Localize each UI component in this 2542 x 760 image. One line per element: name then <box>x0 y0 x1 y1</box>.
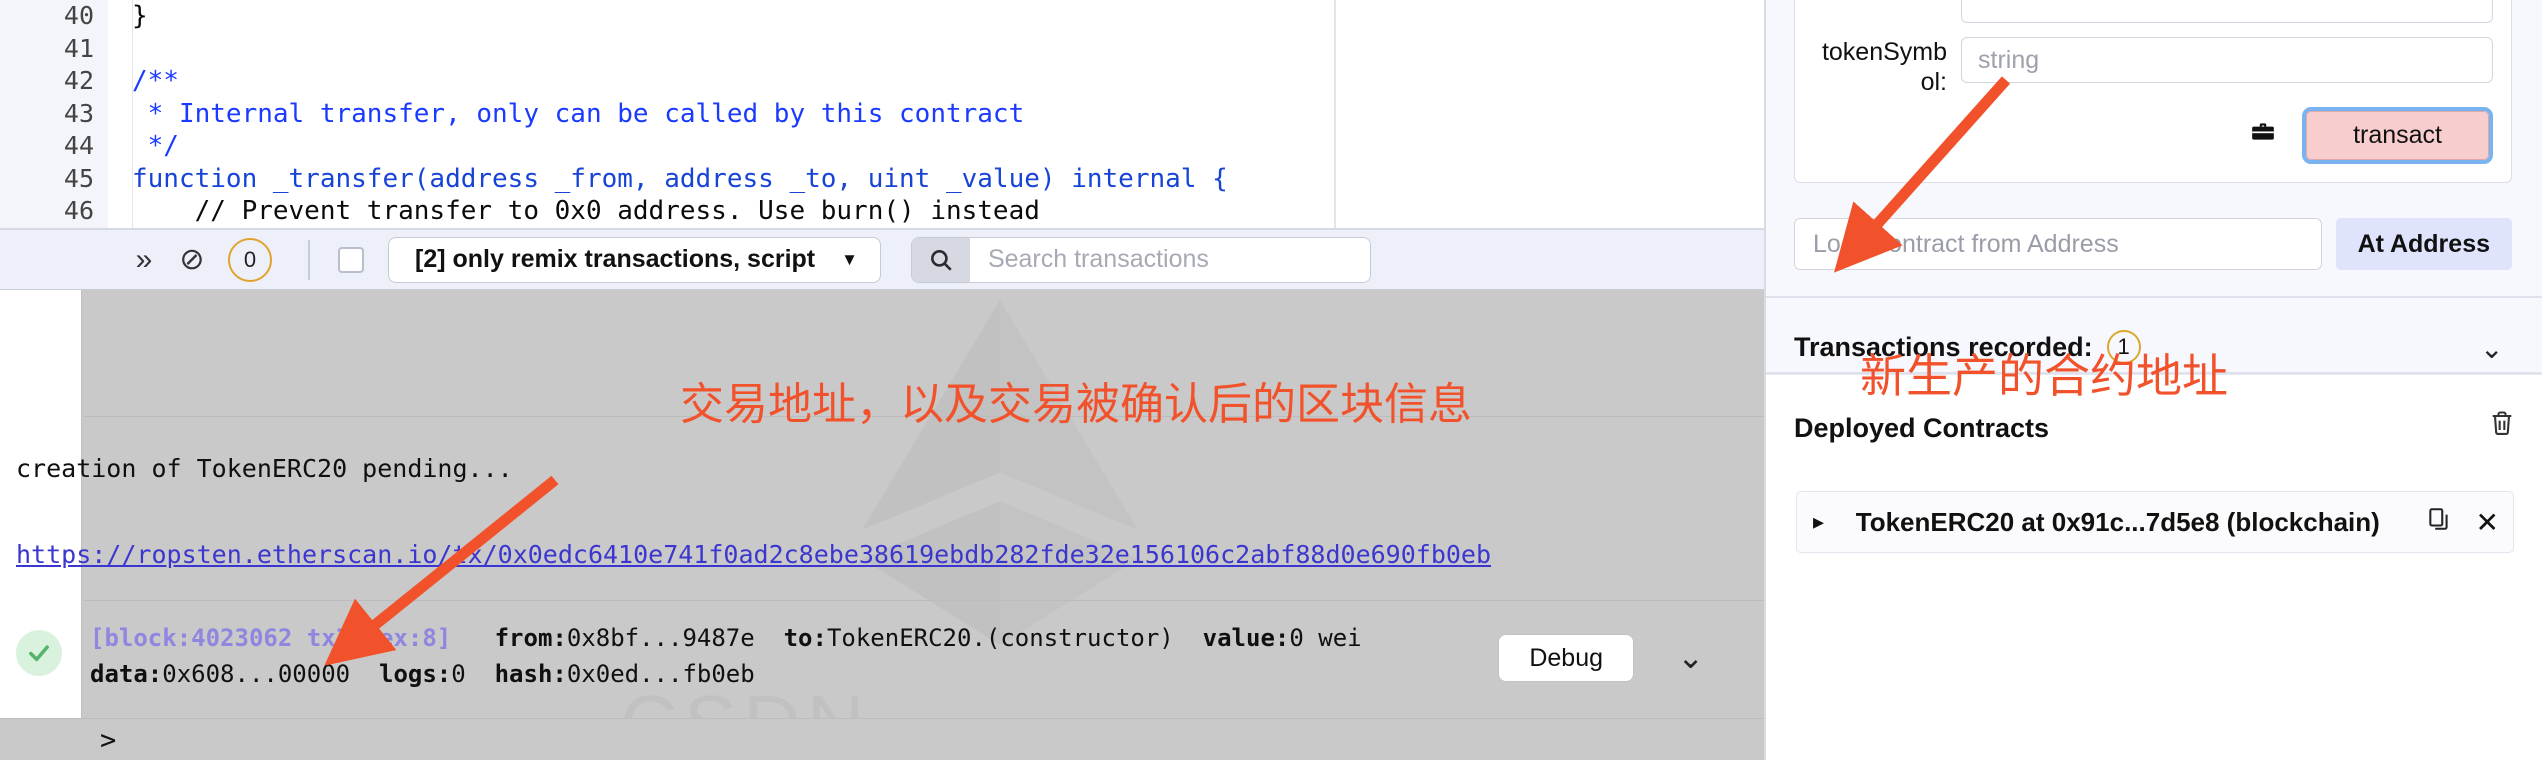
logs-key: logs: <box>379 660 452 688</box>
hash-key: hash: <box>494 660 567 688</box>
deployed-contracts-section: Deployed Contracts ▸ TokenERC20 at 0x91c… <box>1766 374 2542 760</box>
data-value: 0x608...00000 <box>162 660 351 688</box>
transaction-filter-label: [2] only remix transactions, script <box>415 245 816 273</box>
search-icon[interactable] <box>911 237 970 282</box>
terminal-divider <box>84 416 1764 417</box>
transact-button[interactable]: transact <box>2302 107 2493 164</box>
transactions-recorded-chevron-icon[interactable]: ⌄ <box>2480 332 2503 365</box>
code-line-text: // Prevent transfer to 0x0 address. Use … <box>132 196 1040 226</box>
at-address-button[interactable]: At Address <box>2335 218 2512 270</box>
block-tag: [block:4023062 txIndex:8] <box>90 624 452 652</box>
param-row-hidden <box>1813 0 2493 23</box>
pending-message: creation of TokenERC20 pending... <box>16 454 513 483</box>
debug-button[interactable]: Debug <box>1498 634 1634 682</box>
terminal-toolbar: » ⊘ 0 [2] only remix transactions, scrip… <box>0 228 1764 290</box>
transaction-row-divider <box>84 600 1764 601</box>
transaction-detail-text: [block:4023062 txIndex:8] from:0x8bf...9… <box>90 620 1362 692</box>
deploy-actions-row: transact <box>1813 107 2493 164</box>
param-row-token-symbol: tokenSymbol: <box>1813 37 2493 97</box>
transaction-detail-line-2: data:0x608...00000 logs:0 hash:0x0ed...f… <box>90 656 1362 692</box>
transaction-success-icon <box>16 630 62 676</box>
transaction-detail-line-1: [block:4023062 txIndex:8] from:0x8bf...9… <box>90 620 1362 656</box>
constructor-params-card: tokenSymbol: transact <box>1794 0 2512 183</box>
logs-value: 0 <box>451 660 466 688</box>
editor-right-pane <box>1336 0 1764 228</box>
transactions-recorded-count: 1 <box>2106 330 2141 364</box>
transactions-recorded-row: Transactions recorded: 1 <box>1794 330 2141 364</box>
to-value: TokenERC20.(constructor) <box>826 624 1174 652</box>
toolbar-divider <box>308 239 310 280</box>
etherscan-tx-link[interactable]: https://ropsten.etherscan.io/tx/0x0edc64… <box>16 540 1491 569</box>
terminal-prompt-bar[interactable] <box>0 718 1764 760</box>
deployed-contract-name: TokenERC20 at 0x91c...7d5e8 (blockchain) <box>1855 506 2380 537</box>
panel-divider <box>1766 296 2542 298</box>
chevron-down-icon: ▼ <box>841 249 858 269</box>
deployed-contracts-title: Deployed Contracts <box>1794 413 2050 443</box>
deploy-run-panel: tokenSymbol: transact At Address Tra <box>1766 0 2542 760</box>
code-line-text: */ <box>132 131 179 161</box>
line-number: 40 <box>0 0 108 33</box>
clear-console-icon[interactable]: ⊘ <box>168 238 216 282</box>
deployed-contract-item[interactable]: ▸ TokenERC20 at 0x91c...7d5e8 (blockchai… <box>1796 491 2514 553</box>
remix-ide-screen: 40 } 41 42 /** 43 * Internal transfer, o… <box>0 0 2542 760</box>
token-symbol-label: tokenSymbol: <box>1821 38 1947 96</box>
expand-transaction-icon[interactable]: ⌄ <box>1677 638 1704 676</box>
transaction-row[interactable]: [block:4023062 txIndex:8] from:0x8bf...9… <box>0 608 1764 706</box>
line-number: 42 <box>0 65 108 98</box>
value-key: value: <box>1202 624 1290 652</box>
search-input[interactable] <box>969 237 1370 282</box>
hash-value: 0x0ed...fb0eb <box>566 660 755 688</box>
line-number: 44 <box>0 130 108 163</box>
code-line-text: function _transfer(address _from, addres… <box>132 163 1228 194</box>
from-value: 0x8bf...9487e <box>566 624 755 652</box>
left-column: 40 } 41 42 /** 43 * Internal transfer, o… <box>0 0 1766 760</box>
code-line-text: /** <box>132 66 179 96</box>
copy-address-icon[interactable] <box>2426 506 2452 539</box>
pending-transactions-badge: 0 <box>228 237 272 282</box>
transaction-filter-select[interactable]: [2] only remix transactions, script ▼ <box>388 236 881 283</box>
from-key: from: <box>494 624 567 652</box>
token-symbol-input[interactable] <box>1961 37 2493 83</box>
line-number: 45 <box>0 162 108 195</box>
listen-network-checkbox[interactable] <box>338 246 364 273</box>
search-transactions-group <box>910 236 1371 283</box>
transactions-recorded-label: Transactions recorded: <box>1794 331 2093 362</box>
to-key: to: <box>783 624 827 652</box>
param-input-above[interactable] <box>1961 0 2493 23</box>
code-line-text: } <box>132 1 148 31</box>
line-number: 43 <box>0 97 108 130</box>
remove-contract-icon[interactable]: ✕ <box>2476 506 2499 539</box>
editor-gutter-divider <box>132 0 133 228</box>
at-address-row: At Address <box>1794 218 2512 270</box>
data-key: data: <box>90 660 163 688</box>
value-value: 0 wei <box>1289 624 1362 652</box>
line-number: 41 <box>0 32 108 65</box>
briefcase-icon[interactable] <box>2250 119 2276 152</box>
code-line-text: * Internal transfer, only can be called … <box>132 98 1025 129</box>
terminal-output[interactable]: creation of TokenERC20 pending... https:… <box>0 290 1764 760</box>
collapse-terminal-icon[interactable]: » <box>120 238 168 282</box>
terminal-prompt-symbol: > <box>100 725 117 756</box>
line-number: 46 <box>0 195 108 228</box>
code-editor[interactable]: 40 } 41 42 /** 43 * Internal transfer, o… <box>0 0 1764 228</box>
load-contract-address-input[interactable] <box>1794 218 2322 270</box>
trash-icon[interactable] <box>2488 409 2516 445</box>
